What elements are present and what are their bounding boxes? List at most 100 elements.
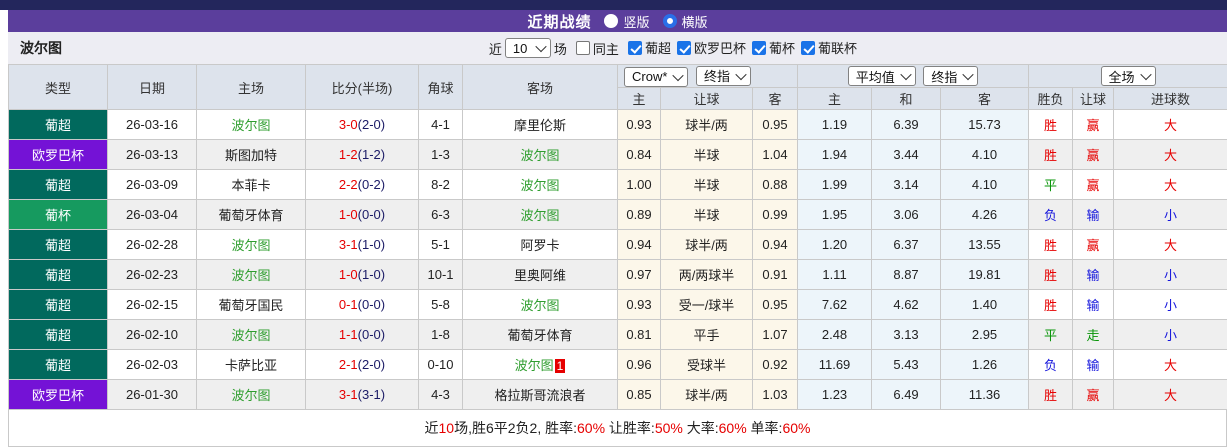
cell-euro-draw-odds: 6.49 <box>871 379 942 410</box>
top-navy-bar <box>0 0 1227 10</box>
summary-segment: 60% <box>782 420 811 436</box>
cell-euro-draw-odds: 8.87 <box>871 259 942 290</box>
cell-euro-away-odds: 4.26 <box>940 199 1030 230</box>
cell-score: 1-0(1-0) <box>305 259 419 290</box>
cell-away-team: 格拉斯哥流浪者 <box>462 379 618 410</box>
cell-asia-away-odds: 1.04 <box>751 139 799 170</box>
cell-score: 1-2(1-2) <box>305 139 419 170</box>
league-checkbox-1[interactable]: 葡超 <box>622 38 671 57</box>
team-name: 波尔图 <box>514 358 554 373</box>
cell-date: 26-03-13 <box>107 139 197 170</box>
cell-result-handicap: 输 <box>1072 199 1115 230</box>
league-badge: 欧罗巴杯 <box>8 139 108 170</box>
cell-corners: 1-3 <box>418 139 463 170</box>
cell-away-team: 波尔图 <box>462 139 618 170</box>
asia-source-select[interactable]: Crow* <box>624 66 689 87</box>
cell-home-team: 波尔图 <box>196 319 306 350</box>
cell-score: 3-1(3-1) <box>305 379 419 410</box>
recent-results-panel: 近期战绩 竖版 横版 波尔图 近 10 场 同主 葡超 欧罗巴杯 葡杯 葡联杯 … <box>0 0 1227 447</box>
cell-result-goals: 大 <box>1113 109 1227 140</box>
cell-asia-handicap-line: 半球 <box>660 199 753 230</box>
cell-corners: 1-8 <box>418 319 463 350</box>
league-checkbox-2[interactable]: 欧罗巴杯 <box>671 38 746 57</box>
cell-euro-draw-odds: 3.44 <box>871 139 942 170</box>
full-time-score: 0-1 <box>338 297 358 312</box>
summary-segment: 单率: <box>746 420 783 436</box>
col-header-date: 日期 <box>107 64 197 110</box>
cell-asia-handicap-line: 球半/两 <box>660 229 753 260</box>
same-home-checkbox[interactable]: 同主 <box>570 39 619 58</box>
result-scope-select[interactable]: 全场 <box>1100 66 1156 86</box>
cell-score: 0-1(0-0) <box>305 289 419 320</box>
col-header-asia-line: 让球 <box>660 87 753 110</box>
cell-result-goals: 小 <box>1113 199 1227 230</box>
cell-result-handicap: 赢 <box>1072 379 1115 410</box>
cell-euro-home-odds: 1.99 <box>797 169 873 200</box>
half-time-score: (2-0) <box>357 117 386 132</box>
cell-asia-away-odds: 0.95 <box>751 289 799 320</box>
cell-result-wdl: 胜 <box>1028 139 1074 170</box>
half-time-score: (3-1) <box>357 387 386 402</box>
col-header-type: 类型 <box>8 64 108 110</box>
summary-segment: 10 <box>438 420 455 436</box>
checkbox-unchecked-icon <box>575 41 590 55</box>
cell-euro-away-odds: 1.26 <box>940 349 1030 380</box>
cell-date: 26-03-04 <box>107 199 197 230</box>
cell-away-team: 波尔图 <box>462 169 618 200</box>
cell-home-team: 卡萨比亚 <box>196 349 306 380</box>
radio-vertical-layout[interactable]: 竖版 <box>604 12 650 31</box>
cell-result-goals: 大 <box>1113 349 1227 380</box>
col-header-euro-home: 主 <box>797 87 873 110</box>
asia-time-select[interactable]: 终指 <box>696 65 752 86</box>
euro-time-select[interactable]: 终指 <box>923 66 979 86</box>
cell-result-wdl: 平 <box>1028 169 1074 200</box>
euro-odds-group-header: 平均值 终指 <box>797 64 1030 88</box>
cell-away-team: 里奥阿维 <box>462 259 618 290</box>
cell-corners: 0-10 <box>418 349 463 380</box>
cell-result-handicap: 输 <box>1072 259 1115 290</box>
cell-home-team: 本菲卡 <box>196 169 306 200</box>
checkbox-checked-icon <box>800 40 815 55</box>
cell-asia-handicap-line: 平手 <box>660 319 753 350</box>
cell-result-handicap: 赢 <box>1072 109 1115 140</box>
table-row: 欧罗巴杯 26-01-30 波尔图 3-1(3-1) 4-3 格拉斯哥流浪者 0.85 球半/… <box>8 379 1227 410</box>
cell-result-goals: 小 <box>1113 289 1227 320</box>
match-count-select[interactable]: 10 <box>504 38 551 58</box>
cell-asia-handicap-line: 两/两球半 <box>660 259 753 290</box>
cell-asia-handicap-line: 受一/球半 <box>660 289 753 320</box>
asia-source-value: Crow* <box>632 69 668 84</box>
radio-vertical-label: 竖版 <box>623 14 650 30</box>
cell-asia-home-odds: 0.97 <box>617 259 661 290</box>
cell-euro-away-odds: 2.95 <box>940 319 1030 350</box>
full-time-score: 1-1 <box>338 327 358 342</box>
cell-asia-away-odds: 0.99 <box>751 199 799 230</box>
col-header-euro-draw: 和 <box>871 87 942 110</box>
league-filters: 葡超 欧罗巴杯 葡杯 葡联杯 <box>622 38 857 58</box>
radio-horizontal-layout[interactable]: 横版 <box>662 12 708 31</box>
cell-corners: 6-3 <box>418 199 463 230</box>
cell-euro-away-odds: 1.40 <box>940 289 1030 320</box>
cell-asia-home-odds: 0.93 <box>617 289 661 320</box>
asia-odds-group-header: Crow* 终指 <box>616 64 799 88</box>
cell-asia-away-odds: 0.95 <box>751 109 799 140</box>
table-row: 葡杯 26-03-04 葡萄牙体育 1-0(0-0) 6-3 波尔图 0.89 半球 0.99 1… <box>8 199 1227 230</box>
col-header-result-handicap: 让球 <box>1072 87 1115 110</box>
cell-result-handicap: 赢 <box>1072 169 1115 200</box>
euro-source-select[interactable]: 平均值 <box>847 66 916 86</box>
half-time-score: (0-2) <box>357 177 386 192</box>
cell-score: 3-0(2-0) <box>305 109 419 140</box>
team-name: 摩里伦斯 <box>513 118 566 133</box>
cell-asia-home-odds: 0.81 <box>617 319 661 350</box>
cell-asia-handicap-line: 球半/两 <box>660 109 753 140</box>
cell-asia-away-odds: 1.07 <box>751 319 799 350</box>
cell-asia-handicap-line: 半球 <box>660 139 753 170</box>
chevron-down-icon <box>535 40 547 53</box>
team-name: 波尔图 <box>231 268 271 283</box>
cell-result-goals: 大 <box>1113 139 1227 170</box>
league-checkbox-3[interactable]: 葡杯 <box>746 38 795 57</box>
team-name: 波尔图 <box>520 178 560 193</box>
cell-euro-away-odds: 13.55 <box>940 229 1030 260</box>
league-checkbox-4[interactable]: 葡联杯 <box>795 38 857 57</box>
full-time-score: 2-2 <box>338 177 358 192</box>
league-badge: 葡杯 <box>8 199 108 230</box>
